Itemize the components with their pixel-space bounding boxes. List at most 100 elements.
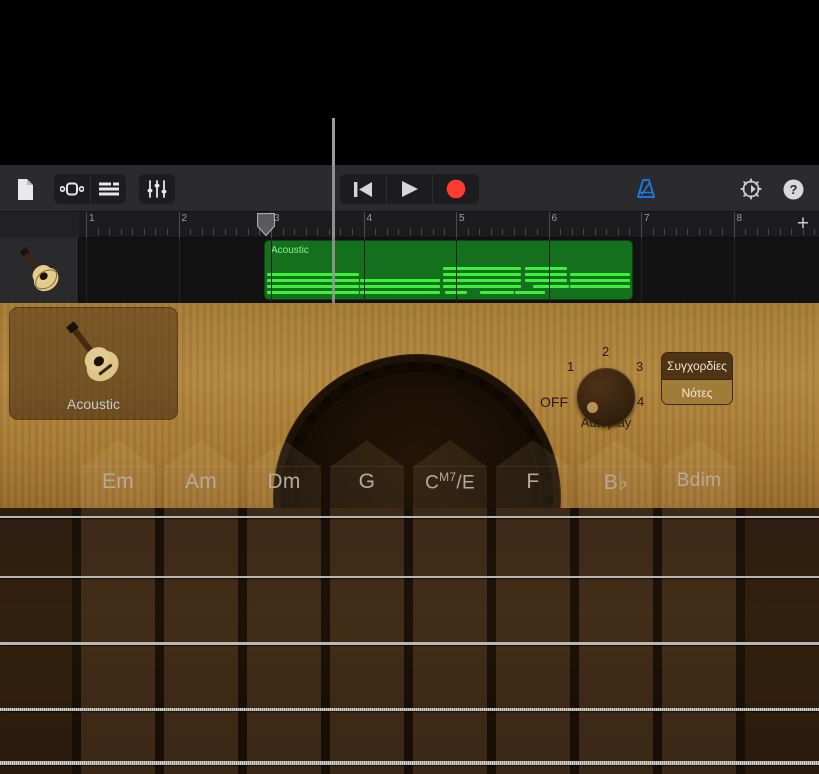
add-track-button[interactable]: + xyxy=(792,214,814,236)
document-button[interactable] xyxy=(8,174,40,204)
ruler-beat-tick xyxy=(410,229,411,235)
ruler-beat-tick xyxy=(155,229,156,235)
instrument-selector-card[interactable]: Acoustic xyxy=(9,307,178,420)
track-area: Acoustic xyxy=(0,238,819,303)
loop-browser-icon xyxy=(60,182,84,196)
mixer-button[interactable] xyxy=(139,174,175,204)
ruler-beat-tick xyxy=(606,229,607,235)
ruler-beat-tick xyxy=(768,229,769,235)
chord-strip[interactable]: Bdim xyxy=(662,440,736,774)
track-lane[interactable]: Acoustic xyxy=(79,238,819,303)
chord-label: Bdim xyxy=(662,470,736,492)
help-button[interactable]: ? xyxy=(778,174,808,204)
acoustic-guitar-icon xyxy=(11,244,67,298)
midi-note xyxy=(570,285,630,288)
ruler-beat-tick xyxy=(236,229,237,235)
lane-grid-line xyxy=(86,238,87,303)
chord-strip[interactable]: Am xyxy=(164,440,238,774)
chord-strip-column[interactable] xyxy=(496,508,570,774)
ruler-beat-tick xyxy=(329,229,330,235)
ruler-beat-tick xyxy=(340,229,341,235)
view-toggle-group xyxy=(54,174,126,204)
record-button[interactable] xyxy=(432,174,479,204)
gear-icon xyxy=(740,178,762,200)
metronome-button[interactable] xyxy=(630,174,662,204)
ruler-beat-tick xyxy=(121,229,122,235)
track-header[interactable] xyxy=(0,238,79,303)
autoplay-position-1[interactable]: 1 xyxy=(567,359,574,374)
chord-strip-column[interactable] xyxy=(164,508,238,774)
chord-strip-tent xyxy=(579,440,653,467)
ruler-beat-tick xyxy=(572,229,573,235)
midi-note xyxy=(267,279,359,282)
autoplay-title: Autoplay xyxy=(574,415,638,430)
chord-strips[interactable]: EmAm Dm G CM7/E F B♭ Bdim xyxy=(0,440,819,774)
ruler-beat-tick xyxy=(629,229,630,235)
ruler-beat-tick xyxy=(98,229,99,235)
ruler-beat-tick xyxy=(676,229,677,235)
chord-strip-column[interactable] xyxy=(247,508,321,774)
mixer-icon xyxy=(147,180,167,198)
track-view-button[interactable] xyxy=(90,174,126,204)
rewind-button[interactable] xyxy=(340,174,386,204)
chord-strip[interactable]: Em xyxy=(81,440,155,774)
chord-strip-column[interactable] xyxy=(579,508,653,774)
ruler-beat-tick xyxy=(398,229,399,235)
midi-region[interactable]: Acoustic xyxy=(265,241,632,299)
midi-note xyxy=(480,291,514,294)
mode-toggle[interactable]: Συγχορδίες Νότες xyxy=(661,352,733,405)
help-icon: ? xyxy=(783,179,804,200)
ruler-beat-tick xyxy=(618,229,619,235)
autoplay-position-4[interactable]: 4 xyxy=(637,394,644,409)
ruler-beat-tick xyxy=(387,229,388,235)
lane-grid-line xyxy=(179,238,180,303)
ruler-beat-tick xyxy=(722,229,723,235)
ruler-beat-tick xyxy=(306,229,307,235)
settings-button[interactable] xyxy=(735,174,767,204)
chord-strip[interactable]: F xyxy=(496,440,570,774)
chord-label: B♭ xyxy=(579,470,653,495)
chord-strip[interactable]: Dm xyxy=(247,440,321,774)
chord-strip-tent xyxy=(330,440,404,467)
timeline-ruler[interactable]: 12345678 + xyxy=(0,212,819,238)
playhead-line-ruler xyxy=(332,212,335,238)
midi-note xyxy=(570,279,630,282)
ruler-beat-tick xyxy=(780,229,781,235)
ruler-bars[interactable]: 12345678 xyxy=(79,212,819,238)
ruler-header-spacer xyxy=(0,212,79,238)
chord-quality: M7 xyxy=(439,470,456,484)
loop-browser-button[interactable] xyxy=(54,174,90,204)
chord-strip[interactable]: B♭ xyxy=(579,440,653,774)
midi-note xyxy=(267,285,359,288)
midi-note xyxy=(360,279,440,282)
play-button[interactable] xyxy=(386,174,432,204)
mode-toggle-notes[interactable]: Νότες xyxy=(662,379,732,405)
chord-label: CM7/E xyxy=(413,470,487,494)
midi-note xyxy=(525,279,567,282)
ruler-bar-label: 8 xyxy=(734,213,743,224)
chord-strip-column[interactable] xyxy=(662,508,736,774)
ruler-beat-tick xyxy=(479,229,480,235)
playhead-line-track xyxy=(332,238,335,303)
ruler-beat-tick xyxy=(502,229,503,235)
track-view-icon xyxy=(99,182,119,196)
chord-strip[interactable]: G xyxy=(330,440,404,774)
chord-strip-tent xyxy=(164,440,238,467)
chord-strip-column[interactable] xyxy=(81,508,155,774)
garageband-window: ? 12345678 + xyxy=(0,0,819,774)
ruler-beat-tick xyxy=(421,229,422,235)
autoplay-position-3[interactable]: 3 xyxy=(636,359,643,374)
metronome-icon xyxy=(635,178,657,200)
chord-strip-column[interactable] xyxy=(330,508,404,774)
rewind-icon xyxy=(354,181,373,198)
chord-strip-tent xyxy=(247,440,321,467)
playhead-marker[interactable] xyxy=(257,213,275,237)
svg-text:?: ? xyxy=(789,182,797,197)
autoplay-position-2[interactable]: 2 xyxy=(602,344,609,359)
lane-grid-line xyxy=(456,238,457,303)
chord-label: Dm xyxy=(247,470,321,494)
chord-strip[interactable]: CM7/E xyxy=(413,440,487,774)
mode-toggle-chords[interactable]: Συγχορδίες xyxy=(662,353,732,379)
chord-strip-column[interactable] xyxy=(413,508,487,774)
guitar-instrument-panel: Acoustic OFF 1 2 3 4 Autoplay Συγχορδίες… xyxy=(0,303,819,774)
